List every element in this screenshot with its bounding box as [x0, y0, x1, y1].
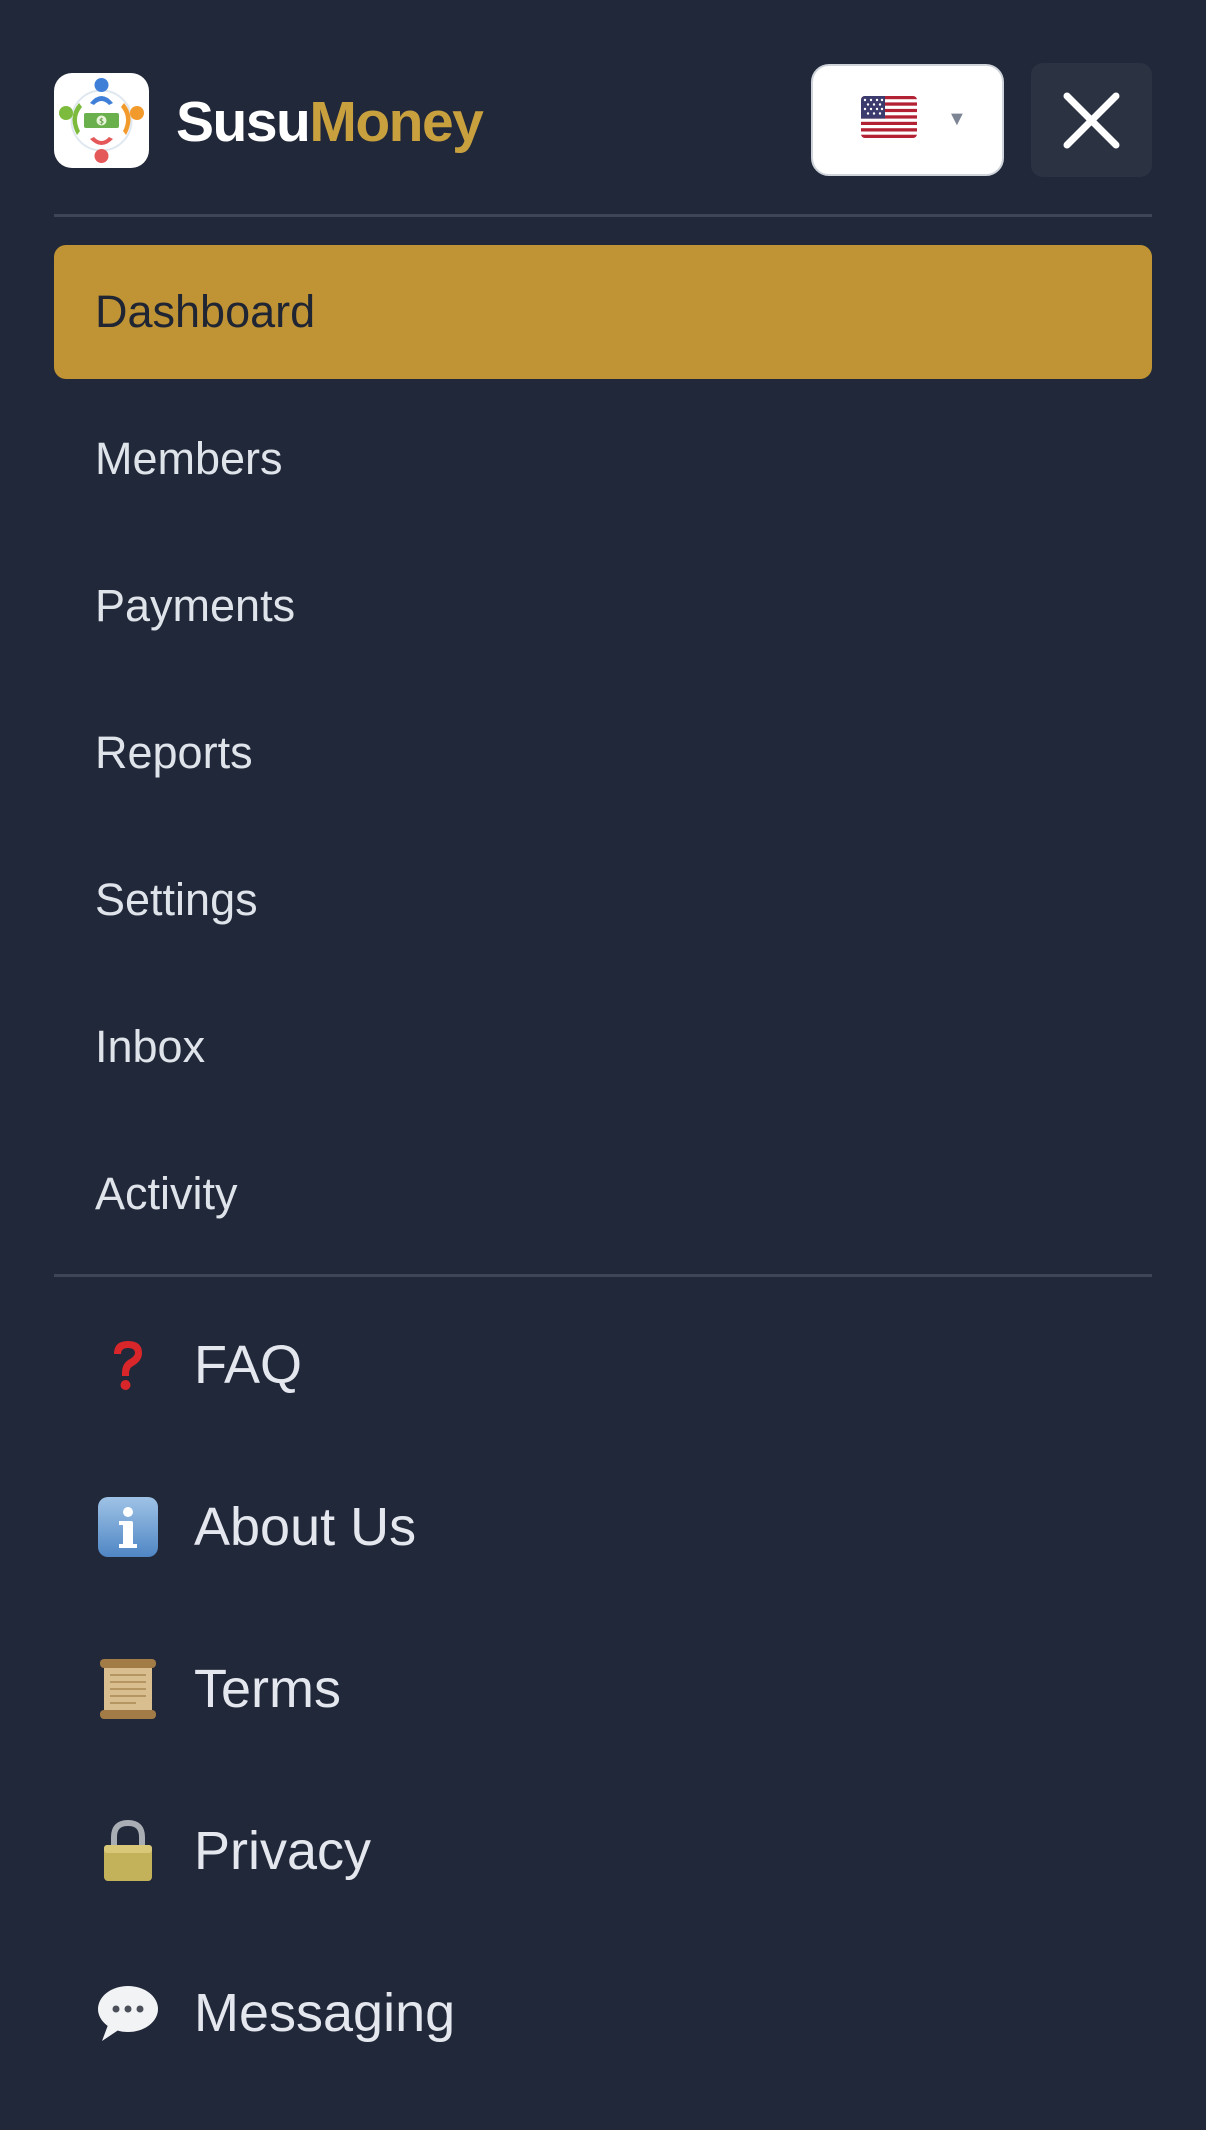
us-flag-icon — [861, 96, 917, 138]
question-icon — [95, 1332, 161, 1398]
nav-item-settings[interactable]: Settings — [54, 833, 1152, 967]
footer-item-label: Terms — [194, 1659, 341, 1719]
footer-item-label: Messaging — [194, 1983, 456, 2043]
nav-item-label: Activity — [95, 1168, 238, 1219]
nav-item-label: Members — [95, 433, 283, 484]
menu-header: $ SusuMoney ▼ — [0, 0, 1206, 215]
nav-item-payments[interactable]: Payments — [54, 539, 1152, 673]
brand-part-1: Susu — [176, 90, 311, 154]
svg-text:$: $ — [99, 117, 104, 126]
language-selector[interactable]: ▼ — [811, 64, 1004, 176]
chevron-down-icon: ▼ — [947, 108, 967, 130]
lock-icon — [95, 1818, 161, 1884]
nav-item-members[interactable]: Members — [54, 392, 1152, 526]
nav-item-label: Settings — [95, 874, 258, 925]
brand-title[interactable]: SusuMoney — [176, 88, 484, 156]
close-button[interactable] — [1031, 63, 1152, 177]
footer-item-about-us[interactable]: About Us — [54, 1467, 1152, 1587]
nav-item-inbox[interactable]: Inbox — [54, 980, 1152, 1114]
section-divider — [54, 1274, 1152, 1277]
close-icon — [1063, 92, 1120, 149]
info-icon — [95, 1494, 161, 1560]
nav-item-reports[interactable]: Reports — [54, 686, 1152, 820]
footer-item-faq[interactable]: FAQ — [54, 1305, 1152, 1425]
footer-item-label: Privacy — [194, 1821, 372, 1881]
nav-item-label: Dashboard — [95, 286, 316, 337]
footer-item-messaging[interactable]: Messaging — [54, 1953, 1152, 2073]
nav-item-dashboard[interactable]: Dashboard — [54, 245, 1152, 379]
scroll-icon — [95, 1656, 161, 1722]
brand-part-2: Money — [309, 90, 484, 154]
susu-logo-icon[interactable]: $ — [54, 73, 149, 168]
nav-item-label: Inbox — [95, 1021, 206, 1072]
footer-item-privacy[interactable]: Privacy — [54, 1791, 1152, 1911]
header-divider — [54, 214, 1152, 217]
speech-bubble-icon — [95, 1980, 161, 2046]
footer-item-label: About Us — [194, 1497, 417, 1557]
nav-item-label: Reports — [95, 727, 253, 778]
nav-item-label: Payments — [95, 580, 296, 631]
footer-item-terms[interactable]: Terms — [54, 1629, 1152, 1749]
nav-item-activity[interactable]: Activity — [54, 1127, 1152, 1261]
footer-item-label: FAQ — [194, 1335, 303, 1395]
